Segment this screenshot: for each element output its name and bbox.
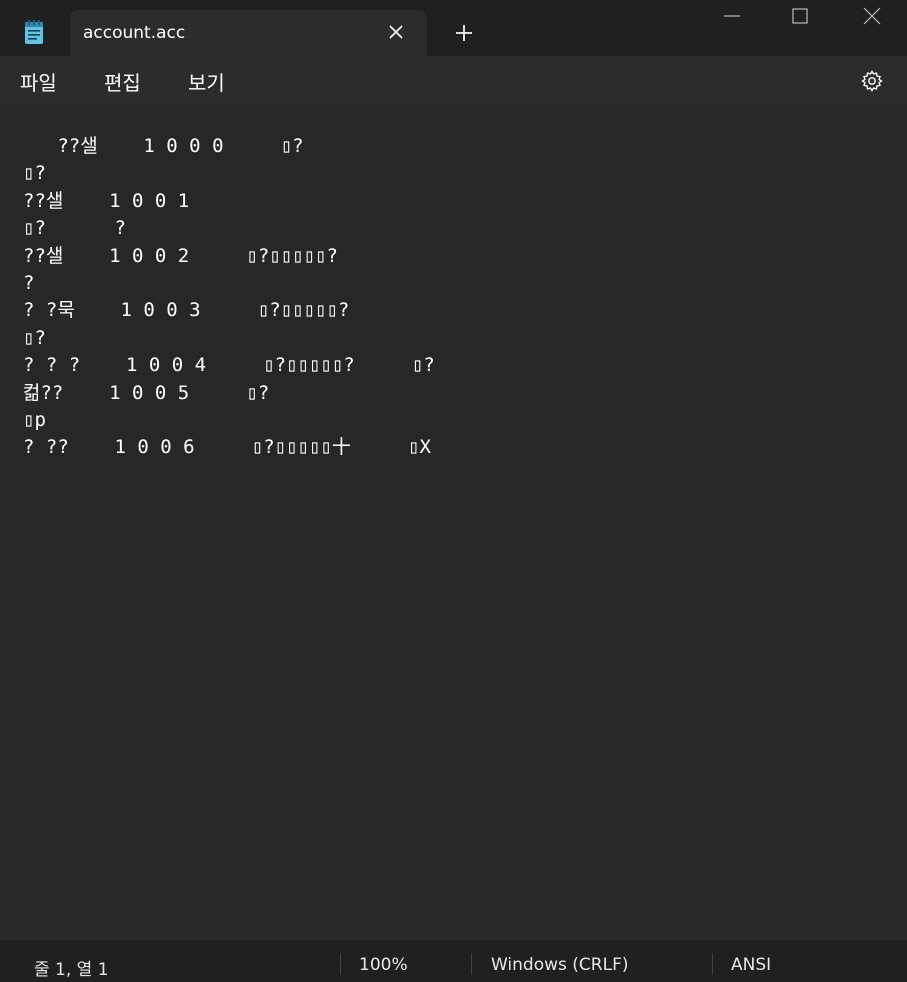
menu-bar: 파일 편집 보기 [0,56,907,104]
maximize-icon[interactable] [788,4,812,28]
document-text[interactable]: ??샐 1 0 0 0 ▯? ▯? ??샐 1 0 0 1 ▯? ? ??샐 1… [23,133,435,462]
window-close-icon[interactable] [860,4,884,28]
minimize-icon[interactable] [720,4,744,28]
notepad-icon [25,20,43,44]
line-ending[interactable]: Windows (CRLF) [491,955,629,975]
status-divider [712,953,713,975]
title-bar: account.acc [0,0,907,56]
menu-view[interactable]: 보기 [188,67,225,96]
cursor-position: 줄 1, 열 1 [34,960,109,980]
gear-icon[interactable] [860,69,884,93]
tab-title: account.acc [83,23,186,43]
menu-edit[interactable]: 편집 [104,67,141,96]
tab-account[interactable]: account.acc [70,10,427,56]
menu-file[interactable]: 파일 [20,67,57,96]
status-divider [471,953,472,975]
notepad-window: account.acc 파일 편집 보기 ??샐 1 0 0 0 ▯? ▯? ?… [0,0,907,982]
status-bar: 줄 1, 열 1 100% Windows (CRLF) ANSI [0,941,907,982]
encoding[interactable]: ANSI [731,955,771,975]
close-icon[interactable] [387,23,405,41]
status-divider [340,953,341,975]
plus-icon[interactable] [454,23,474,43]
zoom-level[interactable]: 100% [359,955,408,975]
text-editor[interactable]: ??샐 1 0 0 0 ▯? ▯? ??샐 1 0 0 1 ▯? ? ??샐 1… [0,104,907,941]
